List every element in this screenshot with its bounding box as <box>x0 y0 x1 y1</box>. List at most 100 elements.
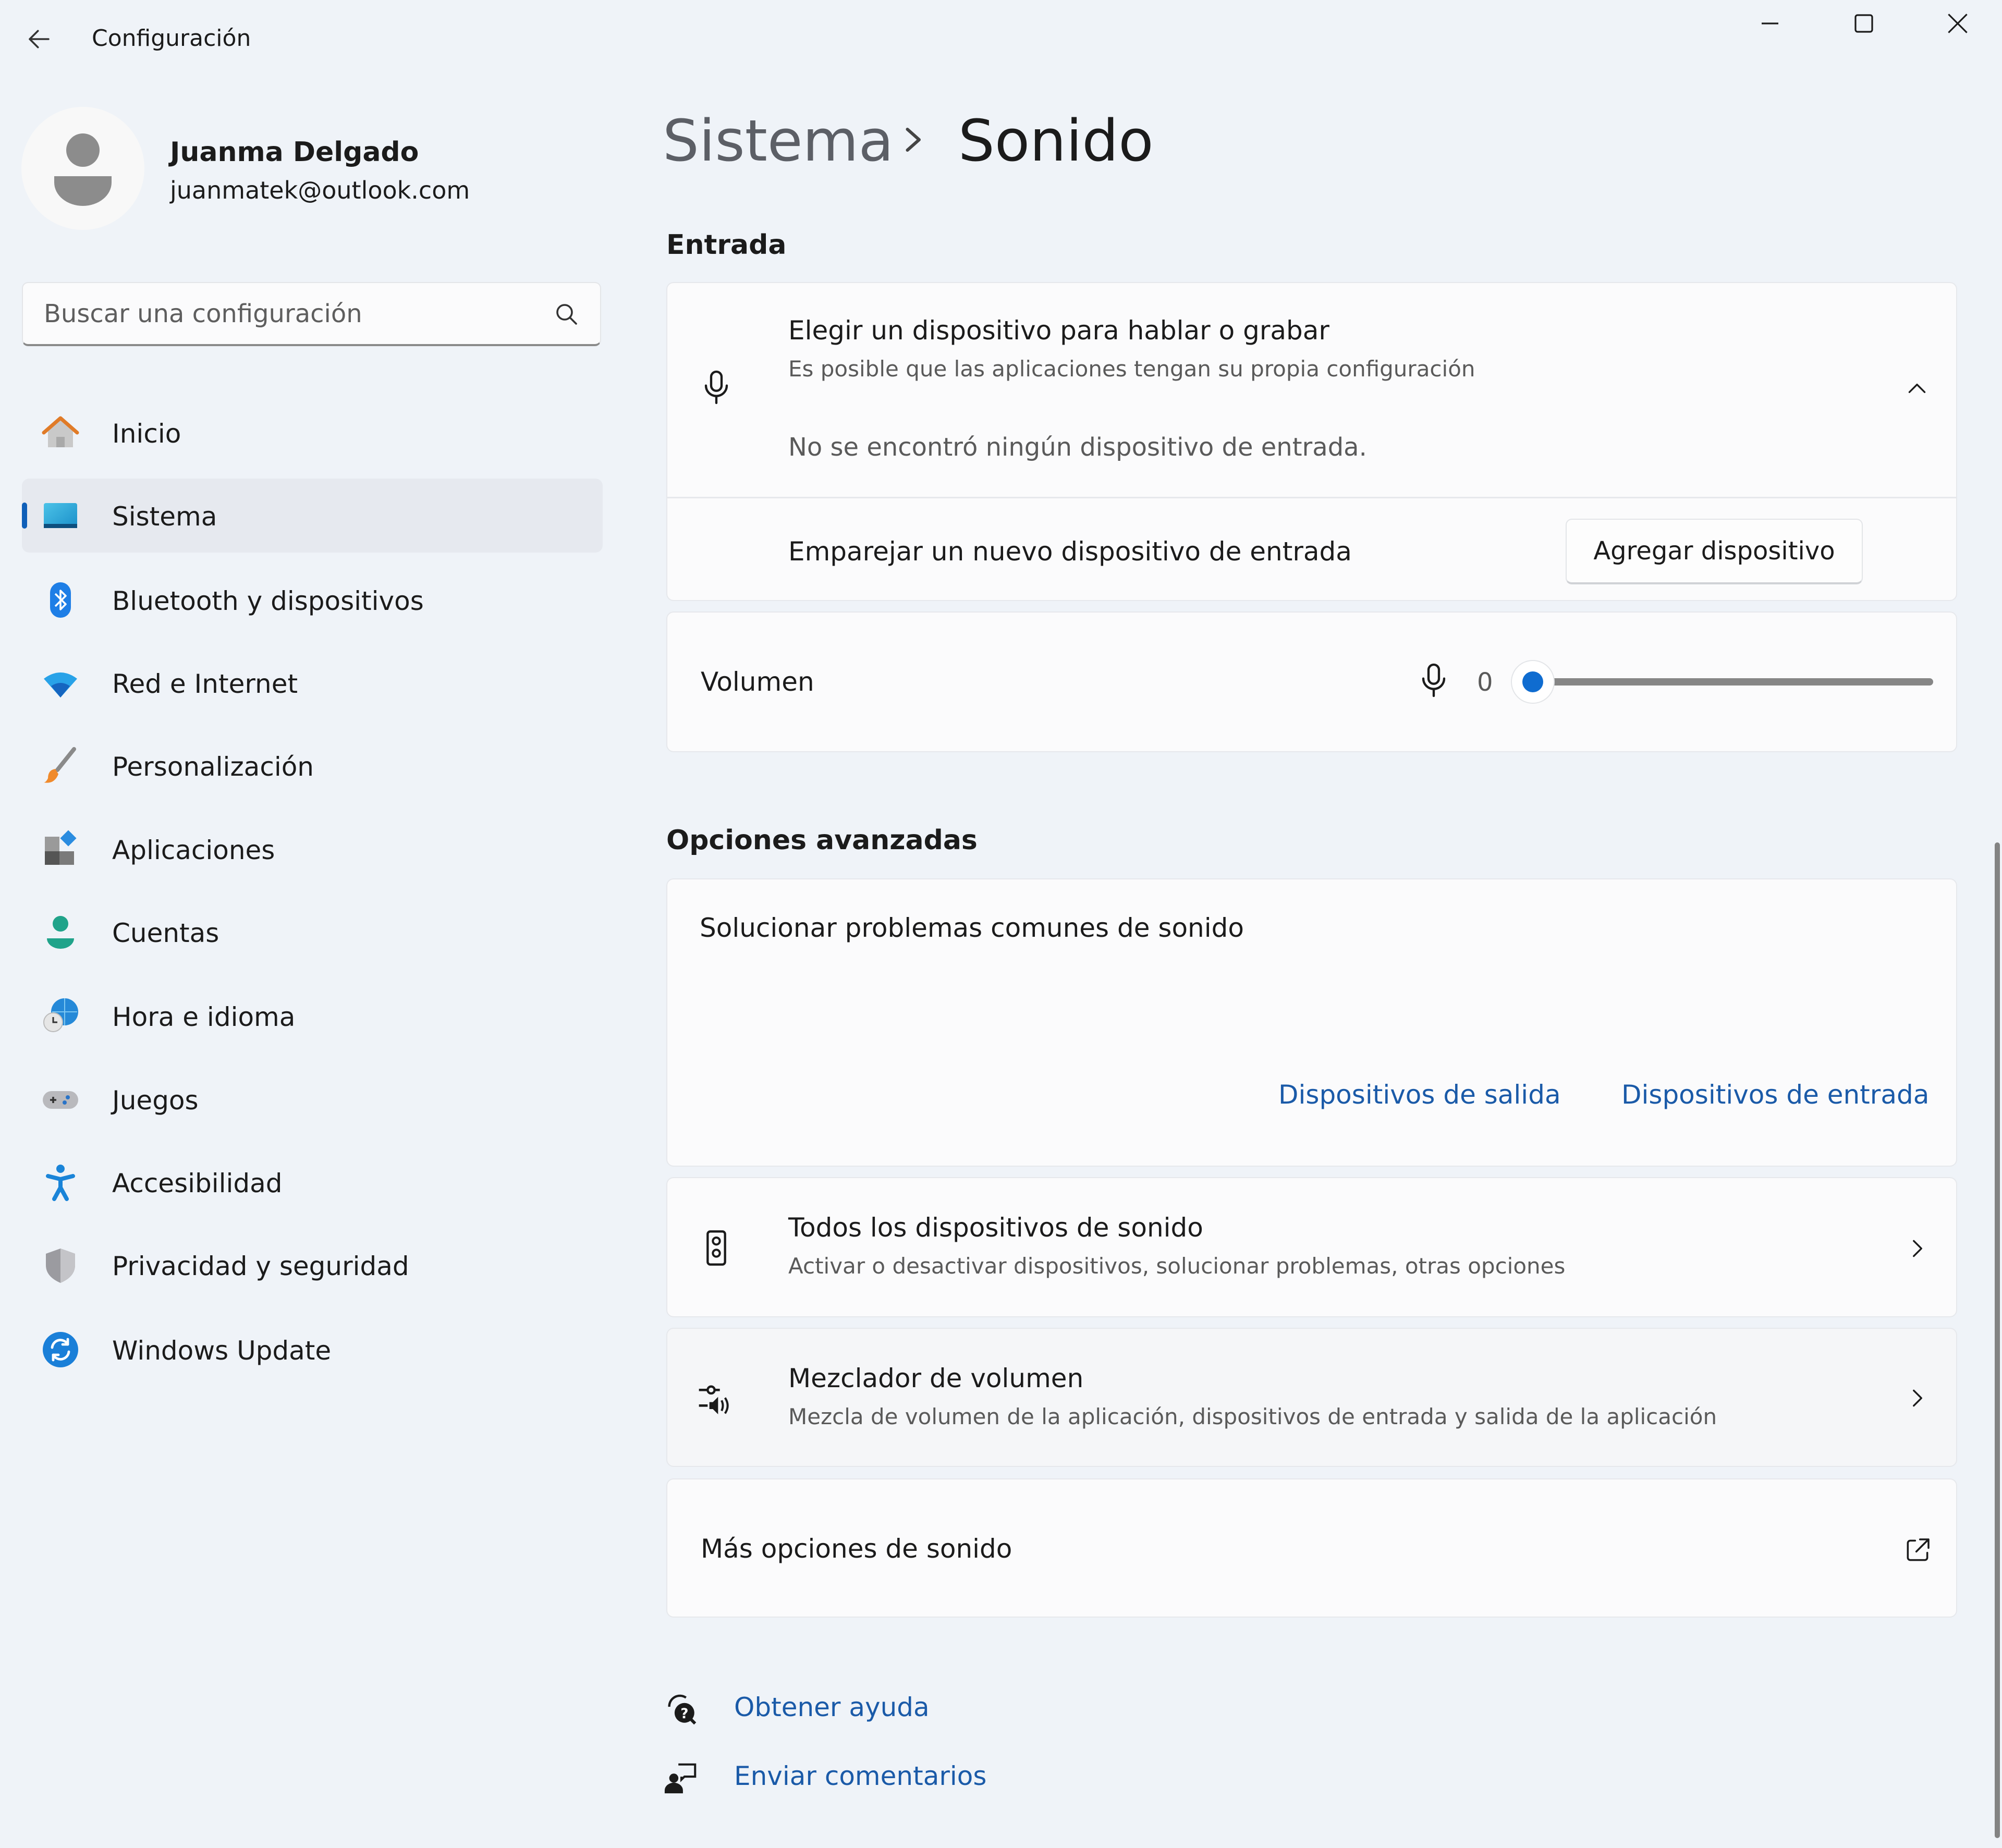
apps-icon <box>45 830 77 865</box>
sidebar-item-windows-update[interactable]: Windows Update <box>22 1313 603 1387</box>
chevron-right-icon <box>1913 1389 1922 1407</box>
update-icon <box>43 1332 78 1367</box>
accessibility-icon <box>46 1165 75 1201</box>
all-devices-subtitle: Activar o desactivar dispositivos, soluc… <box>788 1253 1566 1279</box>
sidebar-item-label: Juegos <box>112 1085 199 1116</box>
more-options-title: Más opciones de sonido <box>701 1534 1012 1564</box>
wifi-icon <box>44 672 77 697</box>
user-name: Juanma Delgado <box>170 137 419 168</box>
sidebar-item-inicio[interactable]: Inicio <box>22 396 603 470</box>
sidebar-item-label: Red e Internet <box>112 669 298 699</box>
send-feedback-link[interactable]: Enviar comentarios <box>663 1758 1028 1800</box>
paintbrush-icon <box>44 747 76 783</box>
sidebar-item-label: Bluetooth y dispositivos <box>112 586 424 616</box>
minimize-button[interactable] <box>1723 0 1817 47</box>
sidebar-item-label: Privacidad y seguridad <box>112 1251 409 1281</box>
input-devices-link[interactable]: Dispositivos de entrada <box>1621 1080 1929 1110</box>
send-feedback-label: Enviar comentarios <box>734 1761 987 1791</box>
sidebar-item-personalizacion[interactable]: Personalización <box>22 729 603 803</box>
sidebar-item-bluetooth[interactable]: Bluetooth y dispositivos <box>22 563 603 637</box>
help-icon: ? <box>668 1694 697 1725</box>
input-device-card: Elegir un dispositivo para hablar o grab… <box>666 282 1957 601</box>
chevron-right-icon <box>1913 1240 1922 1257</box>
sidebar-item-label: Personalización <box>112 752 314 782</box>
microphone-icon <box>704 370 728 405</box>
search-box[interactable] <box>22 282 601 346</box>
maximize-icon <box>1854 14 1873 33</box>
sidebar-item-label: Hora e idioma <box>112 1002 296 1032</box>
sidebar-item-privacidad[interactable]: Privacidad y seguridad <box>22 1228 603 1302</box>
back-arrow-icon <box>29 30 50 48</box>
sidebar-item-label: Cuentas <box>112 918 219 948</box>
pair-device-label: Emparejar un nuevo dispositivo de entrad… <box>788 536 1352 567</box>
device-chooser-subtitle: Es posible que las aplicaciones tengan s… <box>788 356 1475 382</box>
volume-slider-track[interactable] <box>1537 678 1933 686</box>
home-icon <box>42 416 79 447</box>
mixer-subtitle: Mezcla de volumen de la aplicación, disp… <box>788 1404 1717 1429</box>
user-email: juanmatek@outlook.com <box>170 176 470 204</box>
more-sound-options-card[interactable]: Más opciones de sonido <box>666 1478 1957 1618</box>
minimize-icon <box>1762 22 1778 25</box>
sidebar-item-cuentas[interactable]: Cuentas <box>22 895 603 969</box>
sidebar-item-aplicaciones[interactable]: Aplicaciones <box>22 812 603 886</box>
get-help-link[interactable]: ? Obtener ayuda <box>663 1689 976 1731</box>
card-divider <box>667 497 1956 498</box>
selection-indicator <box>22 503 27 529</box>
back-button[interactable] <box>16 16 63 63</box>
sidebar-item-label: Inicio <box>112 419 181 449</box>
volume-card: Volumen 0 <box>666 611 1957 752</box>
app-title: Configuración <box>92 25 251 52</box>
sidebar-item-label: Accesibilidad <box>112 1168 283 1198</box>
close-icon <box>1948 14 1968 33</box>
volume-mixer-icon <box>699 1385 729 1414</box>
sidebar-item-label: Sistema <box>112 501 217 532</box>
shield-icon <box>46 1249 75 1283</box>
no-device-message: No se encontró ningún dispositivo de ent… <box>788 433 1367 462</box>
sidebar-item-red[interactable]: Red e Internet <box>22 646 603 720</box>
section-heading-advanced: Opciones avanzadas <box>666 825 978 856</box>
sidebar-item-accesibilidad[interactable]: Accesibilidad <box>22 1145 603 1219</box>
volume-slider-thumb[interactable] <box>1511 660 1555 704</box>
scrollbar-thumb[interactable] <box>1995 842 2000 1838</box>
external-link-icon <box>1907 1538 1930 1561</box>
volume-mixer-card[interactable]: Mezclador de volumen Mezcla de volumen d… <box>666 1328 1957 1467</box>
all-sound-devices-card[interactable]: Todos los dispositivos de sonido Activar… <box>666 1177 1957 1317</box>
slider-thumb-dot <box>1522 671 1543 692</box>
time-language-icon <box>43 998 78 1032</box>
gamepad-icon <box>43 1091 78 1109</box>
system-icon <box>44 503 77 528</box>
microphone-icon <box>1422 663 1446 697</box>
sidebar-item-label: Windows Update <box>112 1336 332 1366</box>
search-icon[interactable] <box>554 302 579 327</box>
volume-label: Volumen <box>701 667 814 697</box>
all-devices-title: Todos los dispositivos de sonido <box>788 1213 1203 1243</box>
sidebar-item-juegos[interactable]: Juegos <box>22 1062 603 1136</box>
mixer-title: Mezclador de volumen <box>788 1363 1084 1393</box>
device-chooser-header[interactable]: Elegir un dispositivo para hablar o grab… <box>667 283 1956 497</box>
sidebar-item-hora[interactable]: Hora e idioma <box>22 979 603 1053</box>
device-chooser-title: Elegir un dispositivo para hablar o grab… <box>788 315 1329 346</box>
add-device-button[interactable]: Agregar dispositivo <box>1566 519 1863 584</box>
troubleshoot-card: Solucionar problemas comunes de sonido D… <box>666 878 1957 1167</box>
search-input[interactable] <box>44 283 544 344</box>
breadcrumb-chevron-icon <box>906 128 921 152</box>
close-button[interactable] <box>1911 0 2002 47</box>
user-placeholder-icon <box>54 133 112 206</box>
account-icon <box>47 916 74 949</box>
sidebar-item-label: Aplicaciones <box>112 835 275 865</box>
get-help-label: Obtener ayuda <box>734 1692 930 1722</box>
output-devices-link[interactable]: Dispositivos de salida <box>1278 1080 1561 1110</box>
breadcrumb-parent[interactable]: Sistema <box>663 107 894 175</box>
bluetooth-icon <box>50 582 71 618</box>
maximize-button[interactable] <box>1817 0 1911 47</box>
avatar[interactable] <box>21 107 144 230</box>
chevron-up-icon[interactable] <box>1904 376 1930 402</box>
feedback-icon <box>664 1763 697 1794</box>
section-heading-entrada: Entrada <box>666 229 787 261</box>
volume-value: 0 <box>1477 668 1493 697</box>
sidebar-item-sistema[interactable]: Sistema <box>22 479 603 553</box>
troubleshoot-title: Solucionar problemas comunes de sonido <box>700 913 1244 943</box>
page-title: Sonido <box>958 107 1154 174</box>
svg-text:?: ? <box>680 1706 688 1722</box>
speaker-icon <box>706 1230 726 1266</box>
